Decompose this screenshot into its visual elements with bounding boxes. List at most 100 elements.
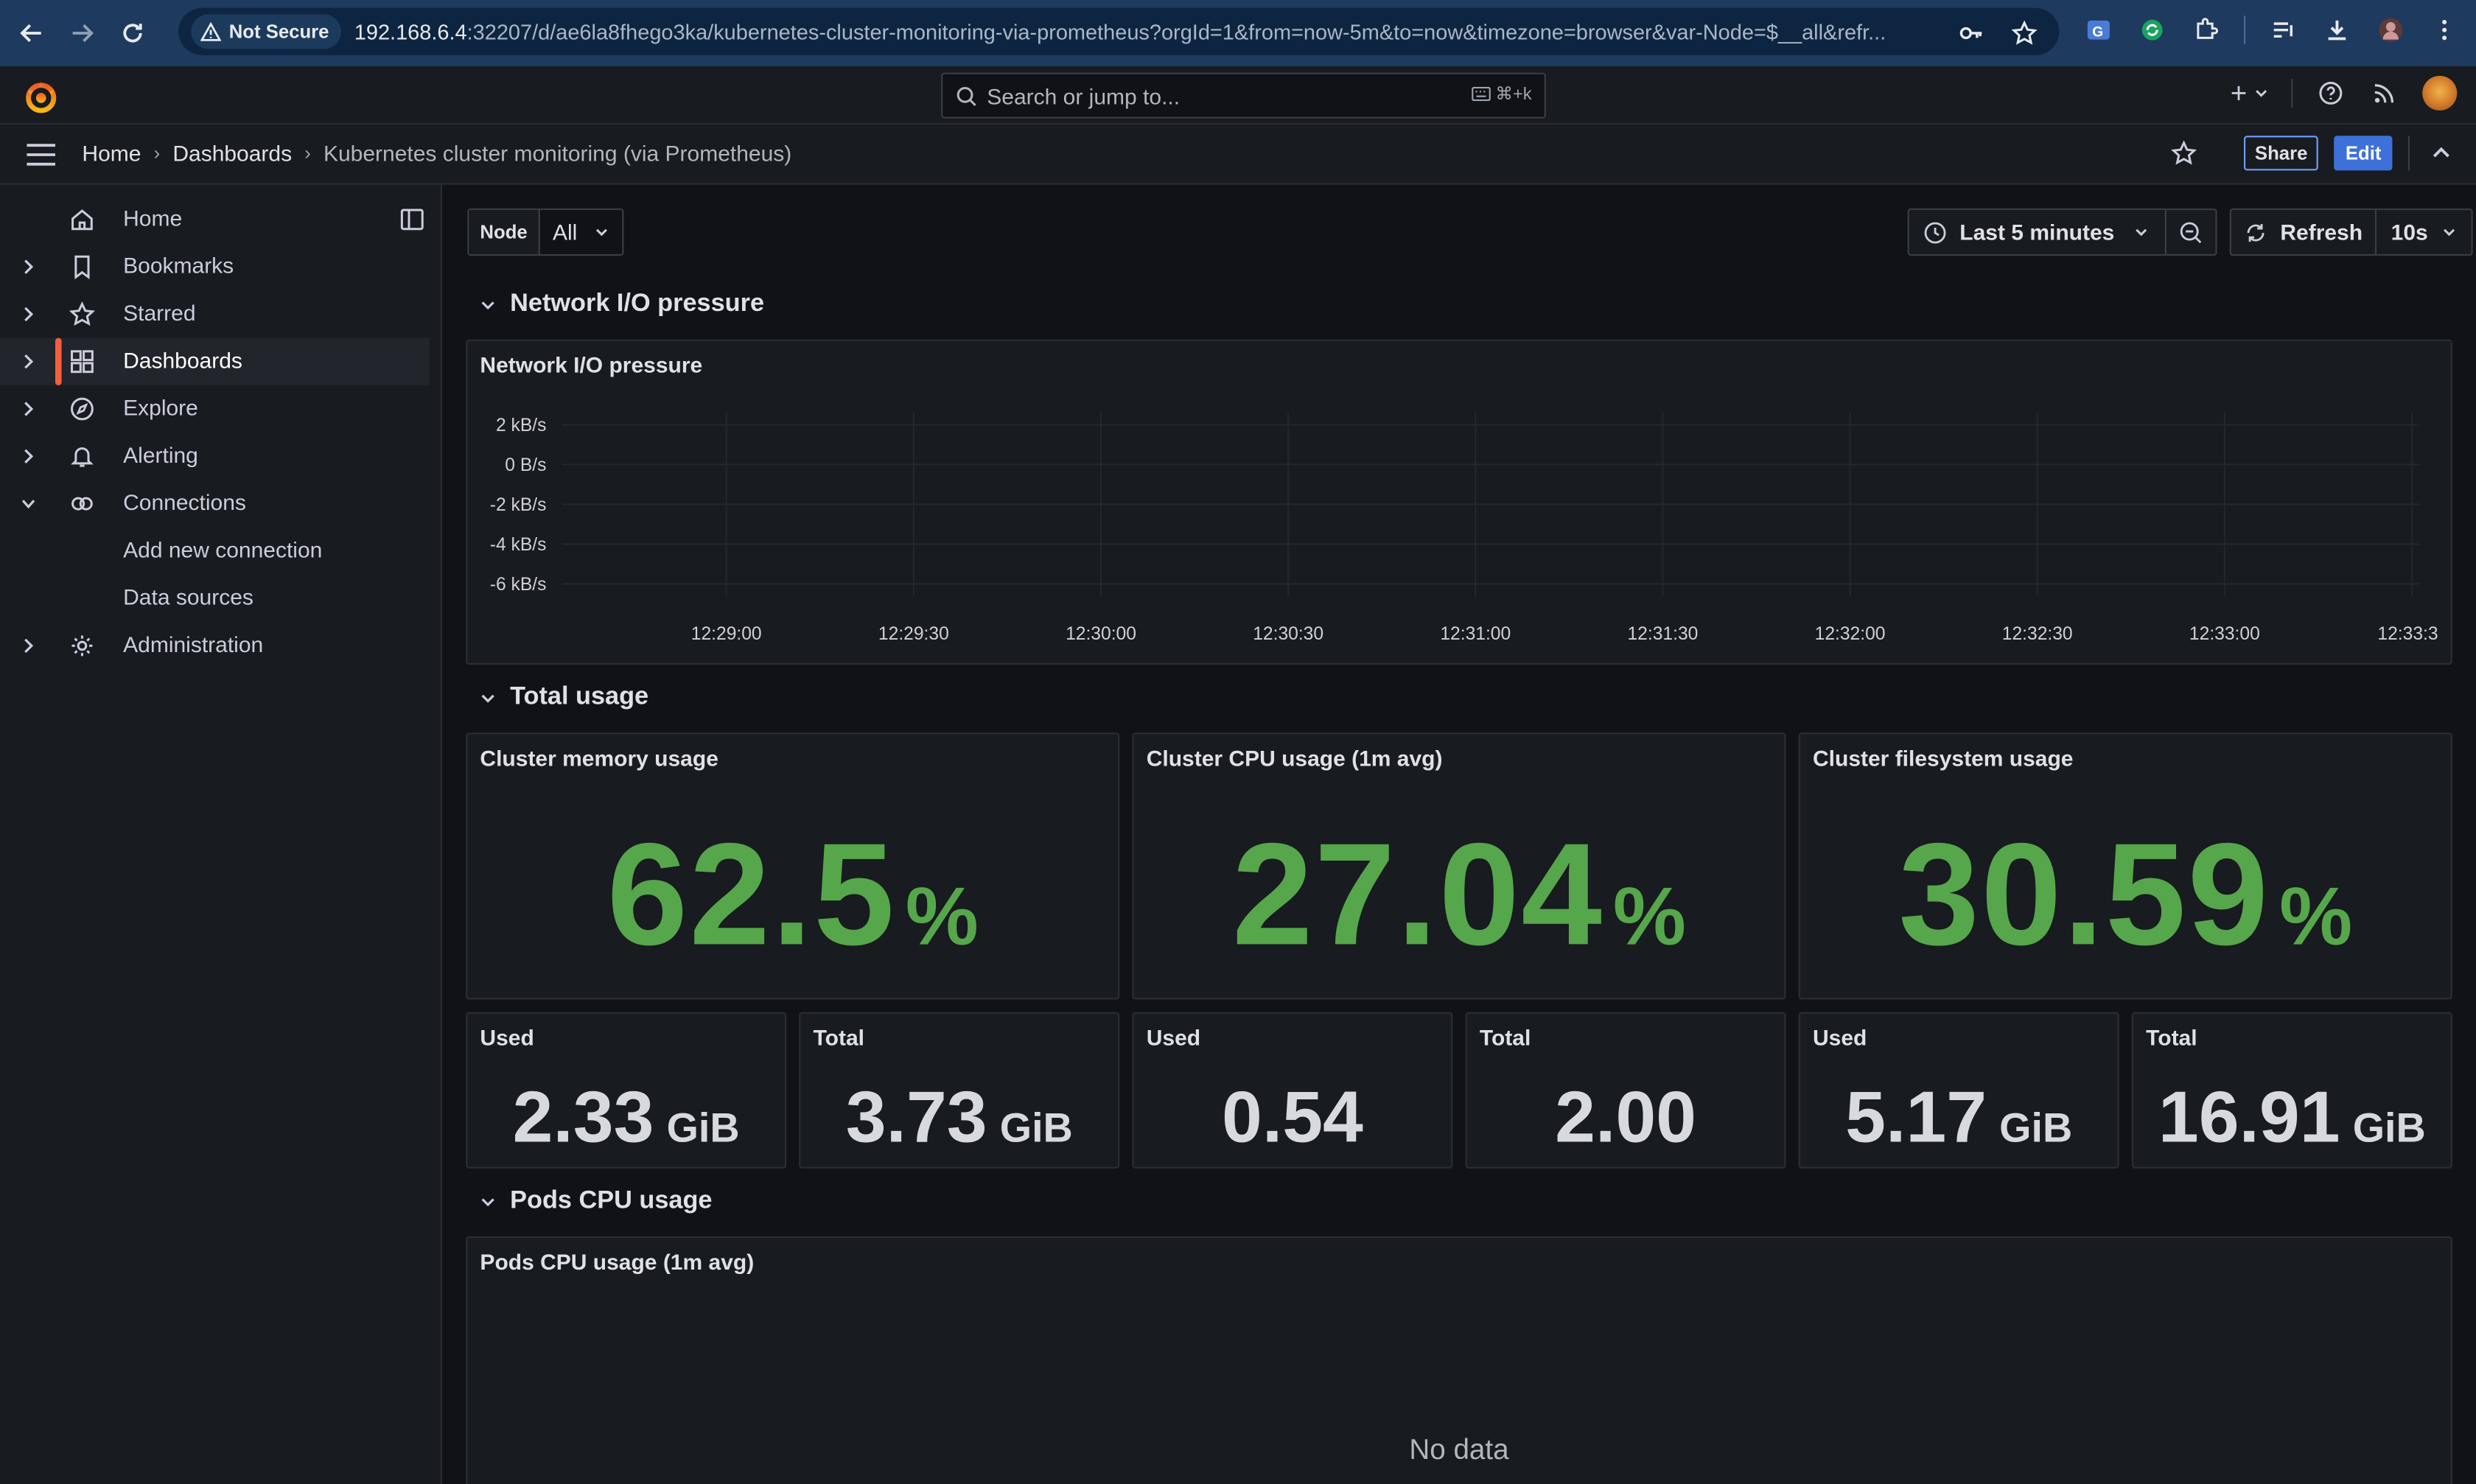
chevron-down-icon [481,301,494,310]
menu-icon[interactable] [25,141,57,169]
news-rss-icon[interactable] [2368,77,2400,109]
variable-value: All [553,219,578,245]
zoom-out-button[interactable] [2166,208,2217,256]
x-tick-label: 12:33:3 [2377,624,2438,644]
refresh-interval-label: 10s [2391,219,2428,245]
sidebar-item-data-sources[interactable]: Data sources [0,575,430,622]
variable-label: Node [469,210,540,254]
row-header-total[interactable]: Total usage [478,684,648,713]
user-avatar[interactable] [2422,75,2458,111]
variable-select[interactable]: All [540,210,621,254]
sidebar-item-explore[interactable]: Explore [0,385,430,433]
grafana-logo-icon[interactable] [22,77,60,115]
row-title: Network I/O pressure [510,290,765,318]
stat-value: 0.54 [1134,1074,1452,1159]
connections-icon [71,497,93,511]
stat-unit: GiB [666,1103,740,1152]
chevron-right-icon[interactable] [19,303,38,325]
panel-memory-total[interactable]: Total 3.73 GiB [799,1012,1120,1169]
media-queue-icon[interactable] [2267,14,2299,46]
row-header-pods[interactable]: Pods CPU usage [478,1187,712,1216]
x-tick-label: 12:31:30 [1627,624,1698,644]
panel-network-io[interactable]: Network I/O pressure 2 kB/s 0 B/s -2 kB/s -… [466,339,2452,665]
breadcrumb-home[interactable]: Home [82,141,141,166]
sidebar: Home Bookmarks Starred Dashboards Explor… [0,184,442,1484]
url-text[interactable]: 192.168.6.4:32207/d/ae6la8fhego3ka/kuber… [354,20,1957,43]
y-tick-label: -6 kB/s [490,575,547,595]
panel-pods-cpu[interactable]: Pods CPU usage (1m avg) No data [466,1236,2452,1484]
help-icon[interactable] [2315,77,2346,109]
sidebar-item-connections[interactable]: Connections [0,480,430,527]
chevron-down-icon [595,228,606,237]
sidebar-item-dashboards[interactable]: Dashboards [0,337,430,385]
x-tick-label: 12:32:00 [1815,624,1886,644]
chevron-right-icon[interactable] [19,445,38,467]
stat-number: 5.17 [1845,1075,1987,1158]
panel-title: Total [813,1024,865,1050]
share-button[interactable]: Share [2243,136,2319,171]
refresh-button[interactable]: Refresh [2229,208,2377,256]
breadcrumb: Home › Dashboards › Kubernetes cluster m… [82,141,791,166]
breadcrumb-dashboards[interactable]: Dashboards [172,141,292,166]
mark-favorite-icon[interactable] [2168,137,2200,169]
panel-cpu-used[interactable]: Used 0.54 [1132,1012,1453,1169]
chevron-up-icon[interactable] [2425,137,2457,169]
chevron-right-icon[interactable] [19,351,38,373]
row-header-network[interactable]: Network I/O pressure [478,290,764,319]
edit-button[interactable]: Edit [2334,136,2393,171]
sidebar-item-label: Home [123,205,183,231]
key-icon[interactable] [1955,18,1987,49]
panel-cpu-total[interactable]: Total 2.00 [1465,1012,1786,1169]
panel-title: Total [2146,1024,2197,1050]
y-tick-label: 2 kB/s [496,416,546,435]
sidebar-item-home[interactable]: Home [0,196,430,243]
star-icon [69,301,95,326]
reload-icon[interactable] [113,14,151,52]
bookmark-icon [74,255,90,280]
browser-menu-icon[interactable] [2429,14,2461,46]
download-icon[interactable] [2321,14,2353,46]
search-shortcut-label: ⌘+k [1495,85,1532,105]
security-chip[interactable]: Not Secure [191,14,342,49]
sidebar-item-alerting[interactable]: Alerting [0,433,430,480]
puzzle-icon[interactable] [2190,14,2222,46]
panel-memory-used[interactable]: Used 2.33 GiB [466,1012,787,1169]
row-title: Pods CPU usage [510,1187,713,1214]
sidebar-item-bookmarks[interactable]: Bookmarks [0,243,430,290]
bookmark-star-icon[interactable] [2009,18,2040,49]
stat-number: 62.5 [606,814,896,976]
sidebar-item-administration[interactable]: Administration [0,622,430,669]
sidebar-item-starred[interactable]: Starred [0,290,430,337]
x-tick-label: 12:31:00 [1440,624,1511,644]
panel-title: Used [480,1024,534,1050]
panel-filesystem-total[interactable]: Total 16.91 GiB [2131,1012,2452,1169]
search-input[interactable]: Search or jump to... ⌘+k [941,72,1546,119]
chevron-right-icon[interactable] [19,634,38,657]
new-button[interactable]: + [2231,77,2270,110]
dashboard-body: Node All Last 5 minutes Refresh 10s Netw… [444,184,2476,1484]
refresh-interval-picker[interactable]: 10s [2377,208,2472,256]
time-range-picker[interactable]: Last 5 minutes [1907,208,2167,256]
x-tick-label: 12:29:00 [691,624,762,644]
svg-text:G: G [2092,24,2103,40]
stat-value: 30.59% [1800,813,2451,979]
panel-filesystem-used[interactable]: Used 5.17 GiB [1798,1012,2119,1169]
variable-node[interactable]: Node All [467,208,623,256]
chevron-down-icon[interactable] [19,493,38,515]
panel-memory-usage[interactable]: Cluster memory usage 62.5% [466,732,1120,1000]
panel-filesystem-usage[interactable]: Cluster filesystem usage 30.59% [1798,732,2452,1000]
sidebar-item-label: Dashboards [123,347,242,373]
profile-avatar-icon[interactable] [2375,14,2407,46]
bell-icon [71,447,94,467]
compass-icon [70,397,94,421]
translate-icon[interactable]: G [2082,14,2114,46]
extension-sync-icon[interactable] [2136,14,2168,46]
chevron-right-icon[interactable] [19,256,38,278]
chevron-right-icon[interactable] [19,398,38,420]
address-bar[interactable]: Not Secure 192.168.6.4:32207/d/ae6la8fhe… [178,7,2060,55]
panel-cpu-usage[interactable]: Cluster CPU usage (1m avg) 27.04% [1132,732,1786,1000]
back-icon[interactable] [13,14,50,52]
forward-icon[interactable] [63,14,101,52]
sidebar-item-add-new-connection[interactable]: Add new connection [0,528,430,575]
x-tick-label: 12:30:30 [1253,624,1323,644]
